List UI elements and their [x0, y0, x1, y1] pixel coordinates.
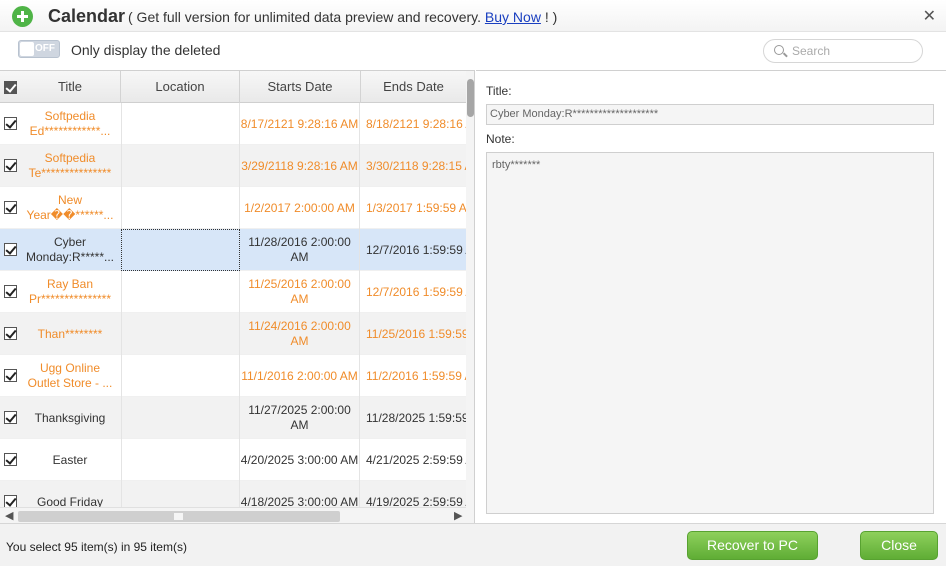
cell-title: Ray Ban Pr***************: [28, 277, 112, 306]
row-checkbox[interactable]: [4, 201, 17, 214]
search-input[interactable]: [792, 43, 912, 59]
buy-now-link[interactable]: Buy Now: [485, 9, 541, 25]
cell-ends-date: 12/7/2016 1:59:59 AM: [366, 242, 466, 257]
column-header-starts-date[interactable]: Starts Date: [240, 71, 361, 103]
detail-note-field[interactable]: rbty*******: [486, 152, 934, 514]
cell-ends-date: 11/2/2016 1:59:59 AM: [366, 368, 466, 383]
table-row[interactable]: Ugg Online Outlet Store - ... 11/1/2016 2…: [0, 355, 466, 397]
only-deleted-label: Only display the deleted: [71, 42, 221, 58]
cell-location: [121, 103, 240, 145]
cell-starts-date: 11/24/2016 2:00:00 AM: [240, 313, 360, 355]
table-row[interactable]: Easter 4/20/2025 3:00:00 AM 4/21/2025 2:59…: [0, 439, 466, 481]
table-row[interactable]: New Year��******... 1/2/2017 2:00:00 AM 1/…: [0, 187, 466, 229]
vertical-scrollbar[interactable]: [466, 71, 474, 523]
cell-starts-date: 11/25/2016 2:00:00 AM: [240, 271, 360, 313]
select-all-checkbox[interactable]: [4, 81, 17, 94]
column-header-ends-date[interactable]: Ends Date: [361, 71, 466, 103]
cell-title: New Year��******...: [26, 193, 114, 222]
cell-starts-date: 4/20/2025 3:00:00 AM: [240, 439, 360, 481]
detail-title-field[interactable]: Cyber Monday:R********************: [486, 104, 934, 125]
row-checkbox[interactable]: [4, 159, 17, 172]
cell-title: Ugg Online Outlet Store - ...: [27, 361, 113, 390]
cell-ends-date: 11/25/2016 1:59:59 AM: [366, 326, 466, 341]
row-checkbox[interactable]: [4, 411, 17, 424]
cell-location: [121, 313, 240, 355]
cell-ends-date: 4/21/2025 2:59:59 AM: [366, 452, 466, 467]
cell-title: Easter: [52, 452, 88, 467]
horizontal-scrollbar[interactable]: ◀ ▶: [0, 507, 466, 523]
table-header: Title Location Starts Date Ends Date: [0, 71, 466, 103]
cell-location: [121, 481, 240, 507]
cell-title: Thanksgiving: [34, 410, 106, 425]
cell-location: [121, 271, 240, 313]
cell-starts-date: 3/29/2118 9:28:16 AM: [240, 145, 360, 187]
upgrade-notice-post: ! ): [540, 9, 558, 25]
row-checkbox[interactable]: [4, 285, 17, 298]
column-header-title[interactable]: Title: [20, 71, 121, 103]
row-checkbox[interactable]: [4, 453, 17, 466]
scroll-left-icon[interactable]: ◀: [5, 509, 13, 522]
cell-starts-date: 8/17/2121 9:28:16 AM: [240, 103, 360, 145]
cell-ends-date: 12/7/2016 1:59:59 AM: [366, 284, 466, 299]
cell-title: Softpedia Te***************: [28, 151, 112, 180]
cell-ends-date: 3/30/2118 9:28:15 AM: [366, 158, 466, 173]
table-row[interactable]: Softpedia Te*************** 3/29/2118 9:2…: [0, 145, 466, 187]
upgrade-notice: ( Get full version for unlimited data pr…: [128, 9, 557, 25]
search-icon: [774, 45, 784, 55]
cell-title: Than********: [37, 326, 103, 341]
cell-ends-date: 1/3/2017 1:59:59 AM: [366, 200, 466, 215]
toggle-state: OFF: [35, 43, 55, 54]
deleted-only-toggle[interactable]: OFF: [18, 40, 60, 58]
cell-location: [121, 229, 240, 271]
cell-starts-date: 11/28/2016 2:00:00 AM: [240, 229, 360, 271]
upgrade-notice-pre: ( Get full version for unlimited data pr…: [128, 9, 485, 25]
table-row[interactable]: Good Friday 4/18/2025 3:00:00 AM 4/19/2025…: [0, 481, 466, 507]
cell-location: [121, 187, 240, 229]
cell-location: [121, 145, 240, 187]
cell-starts-date: 11/27/2025 2:00:00 AM: [240, 397, 360, 439]
detail-title-label: Title:: [486, 84, 512, 98]
table-row[interactable]: Cyber Monday:R*****... 11/28/2016 2:00:00…: [0, 229, 466, 271]
row-checkbox[interactable]: [4, 369, 17, 382]
cell-ends-date: 8/18/2121 9:28:16 AM: [366, 116, 466, 131]
vertical-scroll-thumb[interactable]: [467, 79, 474, 117]
cell-title: Softpedia Ed************...: [29, 109, 111, 138]
recover-to-pc-button[interactable]: Recover to PC: [687, 531, 818, 560]
cell-starts-date: 1/2/2017 2:00:00 AM: [240, 187, 360, 229]
table-body: Softpedia Ed************... 8/17/2121 9:2…: [0, 103, 466, 507]
row-checkbox[interactable]: [4, 243, 17, 256]
horizontal-scroll-thumb[interactable]: [18, 511, 340, 522]
cell-starts-date: 11/1/2016 2:00:00 AM: [240, 355, 360, 397]
cell-ends-date: 4/19/2025 2:59:59 AM: [366, 494, 466, 508]
detail-panel: Title: Cyber Monday:R*******************…: [476, 70, 946, 523]
selection-status: You select 95 item(s) in 95 item(s): [6, 540, 187, 554]
footer-bar: You select 95 item(s) in 95 item(s) Reco…: [0, 523, 946, 566]
cell-title: Good Friday: [36, 494, 104, 508]
detail-note-label: Note:: [486, 132, 515, 146]
cell-ends-date: 11/28/2025 1:59:59 AM: [366, 410, 466, 425]
row-checkbox[interactable]: [4, 495, 17, 507]
cell-location: [121, 397, 240, 439]
cell-title: Cyber Monday:R*****...: [25, 235, 115, 264]
table-row[interactable]: Ray Ban Pr*************** 11/25/2016 2:00…: [0, 271, 466, 313]
table-row[interactable]: Softpedia Ed************... 8/17/2121 9:2…: [0, 103, 466, 145]
search-box[interactable]: [763, 39, 923, 63]
calendar-table: Title Location Starts Date Ends Date Sof…: [0, 70, 475, 523]
column-header-location[interactable]: Location: [121, 71, 240, 103]
row-checkbox[interactable]: [4, 327, 17, 340]
title-bar: Calendar ( Get full version for unlimite…: [0, 0, 946, 32]
close-button[interactable]: Close: [860, 531, 938, 560]
window-title: Calendar: [48, 6, 126, 26]
plus-icon: [12, 6, 33, 27]
cell-location: [121, 439, 240, 481]
close-icon[interactable]: ✕: [923, 6, 936, 26]
cell-starts-date: 4/18/2025 3:00:00 AM: [240, 481, 360, 507]
cell-location: [121, 355, 240, 397]
row-checkbox[interactable]: [4, 117, 17, 130]
scroll-right-icon[interactable]: ▶: [454, 509, 462, 522]
table-row[interactable]: Than******** 11/24/2016 2:00:00 AM 11/25/2…: [0, 313, 466, 355]
toggle-knob: [20, 42, 34, 56]
table-row[interactable]: Thanksgiving 11/27/2025 2:00:00 AM 11/28/2…: [0, 397, 466, 439]
